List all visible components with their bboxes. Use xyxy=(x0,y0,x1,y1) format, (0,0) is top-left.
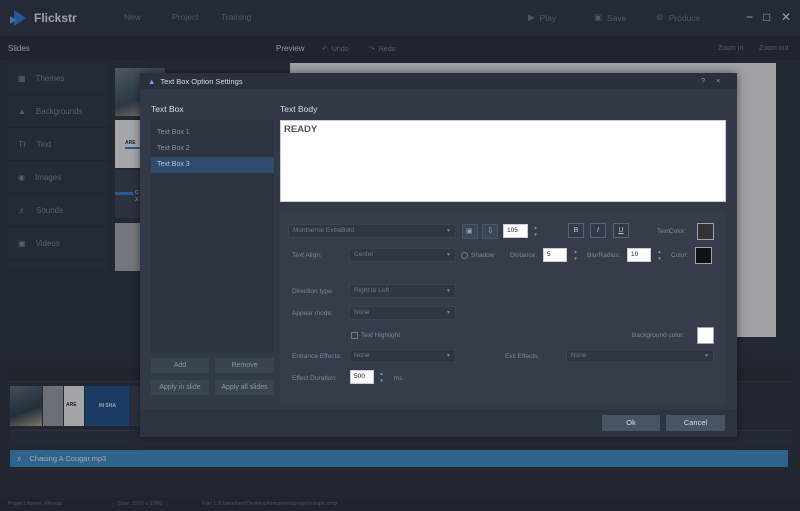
text-highlight-label: Text Highlight xyxy=(361,332,401,339)
ok-button[interactable]: Ok xyxy=(602,415,660,431)
entrance-effects-value: None xyxy=(354,352,370,359)
text-body-input[interactable]: READY xyxy=(280,120,726,202)
text-box-list: Text Box 1 Text Box 2 Text Box 3 xyxy=(151,120,274,352)
italic-button[interactable]: I xyxy=(590,223,606,238)
folder-button[interactable]: ▣ xyxy=(462,224,478,239)
text-color-label: TextColor: xyxy=(657,228,687,235)
font-select[interactable]: Montserrat ExtraBold ▼ xyxy=(288,224,456,238)
dialog-close-button[interactable]: × xyxy=(716,76,720,85)
exit-effects-label: Exit Effects: xyxy=(505,353,540,360)
cancel-button[interactable]: Cancel xyxy=(666,415,725,431)
download-button[interactable]: ⇩ xyxy=(482,224,498,239)
appear-mode-value: None xyxy=(354,309,370,316)
direction-type-select[interactable]: Right to Left ▼ xyxy=(349,284,456,298)
text-box-heading: Text Box xyxy=(151,104,184,114)
chevron-down-icon: ▼ xyxy=(446,228,451,234)
chevron-down-icon: ▼ xyxy=(446,252,451,258)
underline-button[interactable]: U xyxy=(613,223,629,238)
dialog-icon: ▲ xyxy=(148,76,156,86)
appear-mode-label: Appear mode: xyxy=(292,310,333,317)
text-align-select[interactable]: Center ▼ xyxy=(349,248,456,262)
blur-radius-stepper[interactable]: ▲ ▼ xyxy=(655,248,664,262)
text-align-label: Text Align: xyxy=(292,252,322,259)
distance-stepper[interactable]: ▲ ▼ xyxy=(571,248,580,262)
background-color-swatch[interactable] xyxy=(697,327,714,344)
shadow-color-swatch[interactable] xyxy=(695,247,712,264)
font-size-stepper[interactable]: ▲ ▼ xyxy=(531,224,540,238)
font-select-value: Montserrat ExtraBold xyxy=(293,227,355,234)
text-align-value: Center xyxy=(354,251,374,258)
direction-type-label: Direction type: xyxy=(292,288,334,295)
blur-radius-label: BlurRadius: xyxy=(587,252,621,259)
text-color-swatch[interactable] xyxy=(697,223,714,240)
distance-input[interactable]: 5 xyxy=(543,248,567,262)
entrance-effects-label: Entrance Effects: xyxy=(292,353,342,360)
chevron-down-icon: ▼ xyxy=(446,288,451,294)
text-options-panel: Montserrat ExtraBold ▼ ▣ ⇩ 105 ▲ ▼ B I U T… xyxy=(280,211,726,405)
apply-in-slide-button[interactable]: Apply in slide xyxy=(151,380,209,395)
chevron-down-icon: ▼ xyxy=(704,353,709,359)
list-item[interactable]: Text Box 1 xyxy=(151,125,274,141)
shadow-checkbox[interactable] xyxy=(461,252,468,259)
blur-radius-input[interactable]: 10 xyxy=(627,248,651,262)
effect-duration-label: Effect Duration: xyxy=(292,375,337,382)
effect-duration-input[interactable]: 500 xyxy=(350,370,374,384)
list-item[interactable]: Text Box 2 xyxy=(151,141,274,157)
chevron-down-icon: ▼ xyxy=(446,353,451,359)
appear-mode-select[interactable]: None ▼ xyxy=(349,306,456,320)
background-color-label: Background color: xyxy=(632,332,685,339)
shadow-label: Shadow xyxy=(471,252,495,259)
apply-all-slides-button[interactable]: Apply all slides xyxy=(215,380,274,395)
text-box-options-dialog: ▲ Text Box Option Settings ? × Text Box … xyxy=(140,73,737,437)
font-size-input[interactable]: 105 xyxy=(503,224,528,238)
duration-unit-label: ms xyxy=(394,375,403,382)
entrance-effects-select[interactable]: None ▼ xyxy=(349,349,456,363)
text-body-heading: Text Body xyxy=(280,104,318,114)
exit-effects-select[interactable]: None ▼ xyxy=(566,349,714,363)
download-icon: ⇩ xyxy=(487,226,494,235)
distance-label: Distance: xyxy=(510,252,538,259)
help-button[interactable]: ? xyxy=(701,76,705,85)
bold-button[interactable]: B xyxy=(568,223,584,238)
list-item-selected[interactable]: Text Box 3 xyxy=(151,157,274,173)
dialog-title-bar: ▲ Text Box Option Settings xyxy=(140,73,737,89)
direction-type-value: Right to Left xyxy=(354,287,390,294)
dialog-footer: Ok Cancel xyxy=(140,409,737,437)
add-button[interactable]: Add xyxy=(151,358,209,373)
chevron-down-icon: ▼ xyxy=(446,310,451,316)
dialog-title: Text Box Option Settings xyxy=(160,76,243,86)
text-highlight-checkbox[interactable] xyxy=(351,332,358,339)
shadow-color-label: Color: xyxy=(671,252,689,259)
remove-button[interactable]: Remove xyxy=(215,358,274,373)
exit-effects-value: None xyxy=(571,352,587,359)
folder-icon: ▣ xyxy=(466,228,473,235)
effect-duration-stepper[interactable]: ▲ ▼ xyxy=(377,370,386,384)
